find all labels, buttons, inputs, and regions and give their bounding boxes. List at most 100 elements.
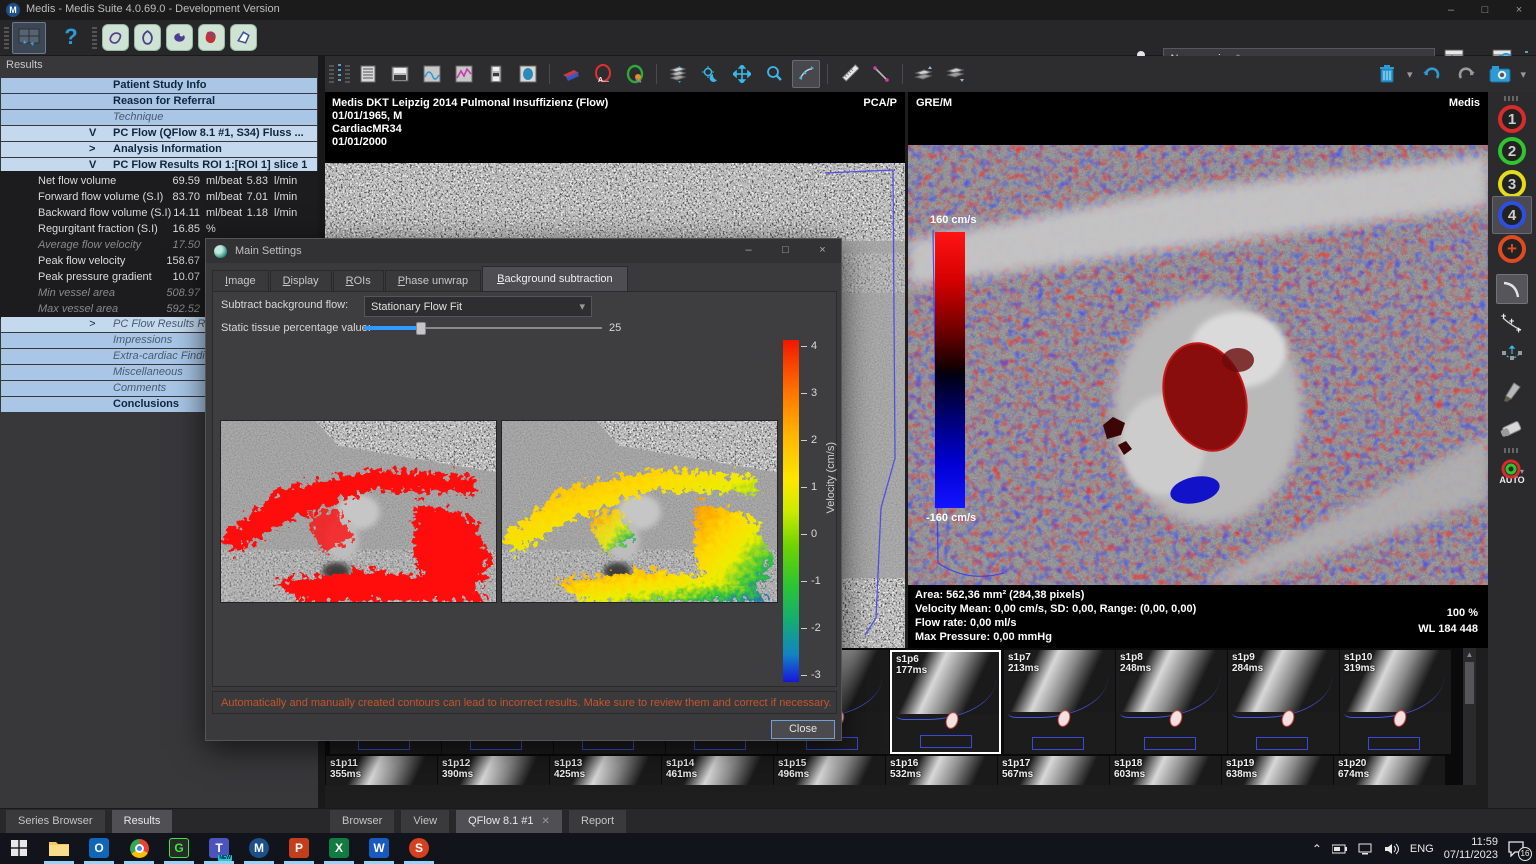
stack-scroll-button[interactable] — [664, 60, 692, 88]
zoom-button[interactable] — [760, 60, 788, 88]
snapshot-button[interactable] — [1486, 60, 1514, 88]
spline-tool-button[interactable]: +++ — [1496, 308, 1528, 338]
grip[interactable] — [329, 65, 334, 83]
taskbar-outlook[interactable]: O — [86, 836, 112, 860]
dialog-maximize-button[interactable]: □ — [767, 239, 804, 263]
eraser-tool-button[interactable] — [1496, 412, 1528, 442]
tab-qflow[interactable]: QFlow 8.1 #1✕ — [456, 810, 562, 833]
notification-center-icon[interactable]: 16 — [1508, 841, 1526, 857]
thumbnail-s1p18[interactable]: s1p18603ms — [1110, 756, 1221, 785]
tab-view[interactable]: View — [401, 810, 449, 833]
tab-phase-unwrap[interactable]: Phase unwrap — [385, 270, 481, 291]
section-pc-flow[interactable]: VPC Flow (QFlow 8.1 #1, S34) Fluss ... — [1, 126, 317, 141]
static-tissue-slider[interactable] — [364, 320, 602, 336]
network-icon[interactable] — [1358, 843, 1374, 855]
app-icon-contour[interactable] — [230, 24, 257, 51]
pan-button[interactable] — [728, 60, 756, 88]
subtract-flow-combo[interactable]: Stationary Flow Fit ▾ — [364, 296, 592, 317]
arc-tool-button[interactable] — [1496, 274, 1528, 304]
tab-image[interactable]: Image — [212, 270, 269, 291]
viewport-magnitude-image[interactable]: GRE/M Medis 160 cm/s -160 cm/s Area: 562… — [908, 92, 1488, 648]
toolbar-grip[interactable] — [4, 27, 9, 49]
undo-button[interactable] — [1418, 60, 1446, 88]
scroll-up-arrow[interactable]: ▲ — [1463, 648, 1476, 661]
section-patient-study-info[interactable]: Patient Study Info — [1, 78, 317, 93]
edit-points-button[interactable] — [792, 60, 820, 88]
snapshot-dropdown[interactable]: ▾ — [1520, 68, 1526, 81]
roi-3-button[interactable]: 3 — [1498, 170, 1526, 198]
report-view-button[interactable] — [354, 60, 382, 88]
tab-rois[interactable]: ROIs — [333, 270, 384, 291]
line-tool-button[interactable] — [867, 60, 895, 88]
taskbar-clock[interactable]: 11:59 07/11/2023 — [1444, 836, 1498, 862]
thumbnail-s1p13[interactable]: s1p13425ms — [550, 756, 661, 785]
thumbnail-s1p12[interactable]: s1p12390ms — [438, 756, 549, 785]
contour-detect-button[interactable] — [621, 60, 649, 88]
taskbar-word[interactable]: W — [366, 836, 392, 860]
tab-series-browser[interactable]: Series Browser — [6, 810, 105, 833]
tab-browser[interactable]: Browser — [330, 810, 394, 833]
contour-edit-button[interactable] — [1496, 342, 1528, 372]
dialog-minimize-button[interactable]: – — [730, 239, 767, 263]
minimize-button[interactable]: – — [1434, 0, 1468, 20]
app-icon-mv[interactable] — [134, 24, 161, 51]
roi-1-button[interactable]: 1 — [1498, 105, 1526, 133]
taskbar-greenshot[interactable]: G — [166, 836, 192, 860]
dialog-close-x-button[interactable]: × — [804, 239, 841, 263]
add-roi-button[interactable]: + — [1498, 235, 1526, 263]
redo-button[interactable] — [1452, 60, 1480, 88]
layer-forward-button[interactable] — [910, 60, 938, 88]
layout-button[interactable] — [12, 22, 46, 54]
delete-dropdown[interactable]: ▾ — [1407, 68, 1413, 81]
section-analysis-information[interactable]: >Analysis Information — [1, 142, 317, 157]
roi-2-button[interactable]: 2 — [1498, 137, 1526, 165]
window-level-button[interactable] — [696, 60, 724, 88]
film-vertical-button[interactable] — [482, 60, 510, 88]
filmstrip-view-button[interactable] — [386, 60, 414, 88]
tab-results[interactable]: Results — [112, 810, 173, 833]
close-button[interactable]: × — [1502, 0, 1536, 20]
taskbar-app-red[interactable]: S — [406, 836, 432, 860]
close-button[interactable]: Close — [771, 720, 835, 739]
app-icon-heart[interactable] — [198, 24, 225, 51]
taskbar-excel[interactable]: X — [326, 836, 352, 860]
graph-button[interactable] — [450, 60, 478, 88]
battery-icon[interactable] — [1332, 844, 1348, 854]
reformat-plane-button[interactable] — [557, 60, 585, 88]
thumbnail-s1p19[interactable]: s1p19638ms — [1222, 756, 1333, 785]
brush-tool-button[interactable] — [1496, 377, 1528, 407]
toolbar-grip-2[interactable] — [92, 27, 97, 49]
language-indicator[interactable]: ENG — [1410, 843, 1434, 855]
thumbnail-s1p8[interactable]: s1p8248ms — [1116, 650, 1227, 754]
grip[interactable] — [1504, 96, 1520, 101]
tab-background-subtraction[interactable]: Background subtraction — [482, 266, 628, 291]
thumbnail-s1p10[interactable]: s1p10319ms — [1340, 650, 1451, 754]
roi-4-button[interactable]: 4 — [1498, 201, 1526, 229]
thumbnail-s1p14[interactable]: s1p14461ms — [662, 756, 773, 785]
ruler-button[interactable] — [835, 60, 863, 88]
slider-handle[interactable] — [416, 322, 426, 335]
auto-contour-button[interactable]: ▾ AUTO — [1492, 458, 1532, 494]
section-technique[interactable]: Technique — [1, 110, 317, 125]
tab-close-icon[interactable]: ✕ — [542, 816, 550, 827]
section-reason-for-referral[interactable]: Reason for Referral — [1, 94, 317, 109]
thumbnail-s1p15[interactable]: s1p15496ms — [774, 756, 885, 785]
help-button[interactable]: ? — [58, 24, 84, 52]
delete-button[interactable] — [1373, 60, 1401, 88]
tab-display[interactable]: Display — [270, 270, 332, 291]
tray-chevron-icon[interactable]: ⌃ — [1312, 842, 1322, 856]
thumbnail-s1p16[interactable]: s1p16532ms — [886, 756, 997, 785]
maximize-button[interactable]: □ — [1468, 0, 1502, 20]
taskbar-teams[interactable]: TNEW — [206, 836, 232, 860]
grip[interactable] — [345, 65, 350, 83]
thumbnail-scrollbar[interactable]: ▲ — [1463, 648, 1476, 785]
toolbar-menu-dots[interactable] — [338, 64, 341, 84]
tab-report[interactable]: Report — [569, 810, 626, 833]
magnitude-image-canvas[interactable] — [908, 145, 1488, 585]
taskbar-file-explorer[interactable] — [46, 836, 72, 860]
taskbar-medis[interactable]: M — [246, 836, 272, 860]
flow-curve-button[interactable] — [418, 60, 446, 88]
ellipse-tool-button[interactable] — [514, 60, 542, 88]
thumbnail-s1p17[interactable]: s1p17567ms — [998, 756, 1109, 785]
thumbnail-s1p11[interactable]: s1p11355ms — [326, 756, 437, 785]
